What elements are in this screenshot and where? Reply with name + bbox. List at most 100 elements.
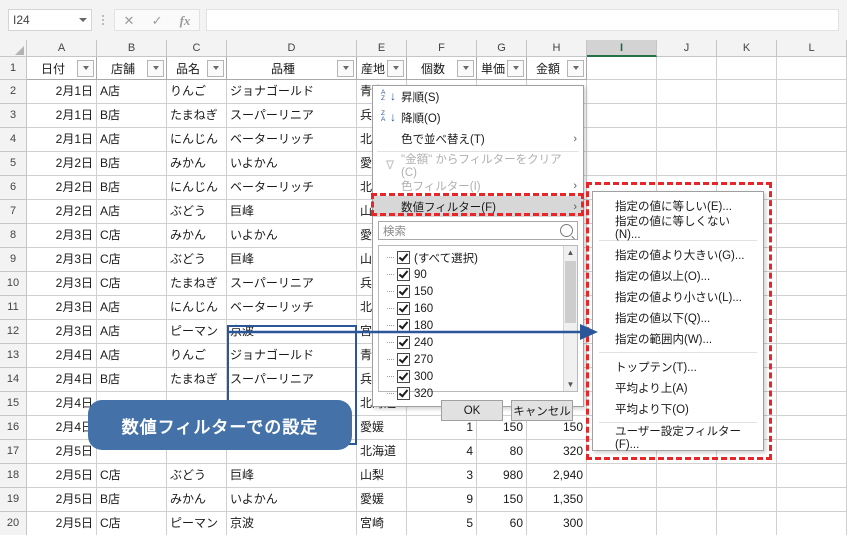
filter-dropdown-icon-a[interactable] (77, 59, 94, 77)
cell-i20[interactable] (587, 512, 657, 535)
cell-k2[interactable] (717, 80, 777, 104)
column-header-e[interactable]: E (357, 40, 407, 57)
cell-e18[interactable]: 山梨 (357, 464, 407, 488)
cell-l20[interactable] (777, 512, 847, 535)
filter-dropdown-icon-d[interactable] (337, 59, 354, 77)
cell-a19[interactable]: 2月5日 (27, 488, 97, 512)
cell-d8[interactable]: いよかん (227, 224, 357, 248)
cell-c12[interactable]: ピーマン (167, 320, 227, 344)
cell-l3[interactable] (777, 104, 847, 128)
cell-e19[interactable]: 愛媛 (357, 488, 407, 512)
cell-a18[interactable]: 2月5日 (27, 464, 97, 488)
row-header-3[interactable]: 3 (0, 104, 27, 128)
row-header-6[interactable]: 6 (0, 176, 27, 200)
cell-l8[interactable] (777, 224, 847, 248)
cell-a7[interactable]: 2月2日 (27, 200, 97, 224)
row-header-9[interactable]: 9 (0, 248, 27, 272)
cell-f19[interactable]: 9 (407, 488, 477, 512)
cell-d18[interactable]: 巨峰 (227, 464, 357, 488)
filter-list-item[interactable]: 270 (387, 351, 577, 368)
drag-handle-icon[interactable] (98, 9, 108, 31)
cell-b10[interactable]: C店 (97, 272, 167, 296)
column-header-k[interactable]: K (717, 40, 777, 57)
cell-l18[interactable] (777, 464, 847, 488)
cell-b18[interactable]: C店 (97, 464, 167, 488)
cell-a5[interactable]: 2月2日 (27, 152, 97, 176)
cell-c8[interactable]: みかん (167, 224, 227, 248)
cell-l16[interactable] (777, 416, 847, 440)
cell-a14[interactable]: 2月4日 (27, 368, 97, 392)
cell-d7[interactable]: 巨峰 (227, 200, 357, 224)
close-icon[interactable]: ✕ (124, 14, 135, 27)
cell-h17[interactable]: 320 (527, 440, 587, 464)
filter-search-input[interactable]: 検索 (383, 223, 560, 239)
cell-g19[interactable]: 150 (477, 488, 527, 512)
check-icon[interactable]: ✓ (152, 14, 163, 27)
cell-l14[interactable] (777, 368, 847, 392)
cell-c7[interactable]: ぶどう (167, 200, 227, 224)
cell-j3[interactable] (657, 104, 717, 128)
cell-g20[interactable]: 60 (477, 512, 527, 535)
cell-i4[interactable] (587, 128, 657, 152)
row-header-18[interactable]: 18 (0, 464, 27, 488)
cell-b13[interactable]: A店 (97, 344, 167, 368)
number-filter-item-7[interactable]: トップテン(T)... (593, 356, 763, 377)
row-header-19[interactable]: 19 (0, 488, 27, 512)
scroll-down-icon[interactable]: ▼ (564, 378, 577, 391)
cell-b7[interactable]: A店 (97, 200, 167, 224)
checkbox-checked-icon[interactable] (397, 370, 410, 383)
filter-dropdown-icon-c[interactable] (207, 59, 224, 77)
cell-e17[interactable]: 北海道 (357, 440, 407, 464)
cell-b6[interactable]: B店 (97, 176, 167, 200)
cell-k18[interactable] (717, 464, 777, 488)
filter-value-list[interactable]: (すべて選択) 90 150 160 180 240 270 300 320 ▲ ▼ (378, 245, 578, 400)
filter-dropdown-icon-h[interactable] (567, 59, 584, 77)
cell-c20[interactable]: ピーマン (167, 512, 227, 535)
cell-b5[interactable]: B店 (97, 152, 167, 176)
cell-c3[interactable]: たまねぎ (167, 104, 227, 128)
cell-a13[interactable]: 2月4日 (27, 344, 97, 368)
cell-c4[interactable]: にんじん (167, 128, 227, 152)
cell-g18[interactable]: 980 (477, 464, 527, 488)
column-header-f[interactable]: F (407, 40, 477, 57)
ok-button[interactable]: OK (441, 400, 503, 421)
cell-e20[interactable]: 宮崎 (357, 512, 407, 535)
row-header-1[interactable]: 1 (0, 57, 27, 80)
number-filter-item-2[interactable]: 指定の値より大きい(G)... (593, 244, 763, 265)
checkbox-checked-icon[interactable] (397, 336, 410, 349)
cell-j4[interactable] (657, 128, 717, 152)
row-header-11[interactable]: 11 (0, 296, 27, 320)
cell-b12[interactable]: A店 (97, 320, 167, 344)
cell-c14[interactable]: たまねぎ (167, 368, 227, 392)
cell-c5[interactable]: みかん (167, 152, 227, 176)
cell-a16[interactable]: 2月4日 (27, 416, 97, 440)
cell-b11[interactable]: A店 (97, 296, 167, 320)
number-filter-item-10[interactable]: ユーザー設定フィルター(F)... (593, 426, 763, 451)
cell-l1[interactable] (777, 57, 847, 80)
cell-l7[interactable] (777, 200, 847, 224)
filter-list-item[interactable]: (すべて選択) (387, 249, 577, 266)
cell-d19[interactable]: いよかん (227, 488, 357, 512)
column-header-i[interactable]: I (587, 40, 657, 57)
cell-l15[interactable] (777, 392, 847, 416)
cancel-button[interactable]: キャンセル (511, 400, 573, 421)
cell-d13[interactable]: ジョナゴールド (227, 344, 357, 368)
cell-i2[interactable] (587, 80, 657, 104)
column-header-b[interactable]: B (97, 40, 167, 57)
cell-j20[interactable] (657, 512, 717, 535)
checkbox-checked-icon[interactable] (397, 251, 410, 264)
filter-list-item[interactable]: 150 (387, 283, 577, 300)
cell-f20[interactable]: 5 (407, 512, 477, 535)
cell-a12[interactable]: 2月3日 (27, 320, 97, 344)
number-filter-item-6[interactable]: 指定の範囲内(W)... (593, 328, 763, 349)
checkbox-checked-icon[interactable] (397, 302, 410, 315)
cell-l9[interactable] (777, 248, 847, 272)
cell-a11[interactable]: 2月3日 (27, 296, 97, 320)
column-header-c[interactable]: C (167, 40, 227, 57)
cell-b20[interactable]: C店 (97, 512, 167, 535)
cell-c2[interactable]: りんご (167, 80, 227, 104)
filter-list-item[interactable]: 90 (387, 266, 577, 283)
cell-d9[interactable]: 巨峰 (227, 248, 357, 272)
cell-a9[interactable]: 2月3日 (27, 248, 97, 272)
number-filter-item-4[interactable]: 指定の値より小さい(L)... (593, 286, 763, 307)
